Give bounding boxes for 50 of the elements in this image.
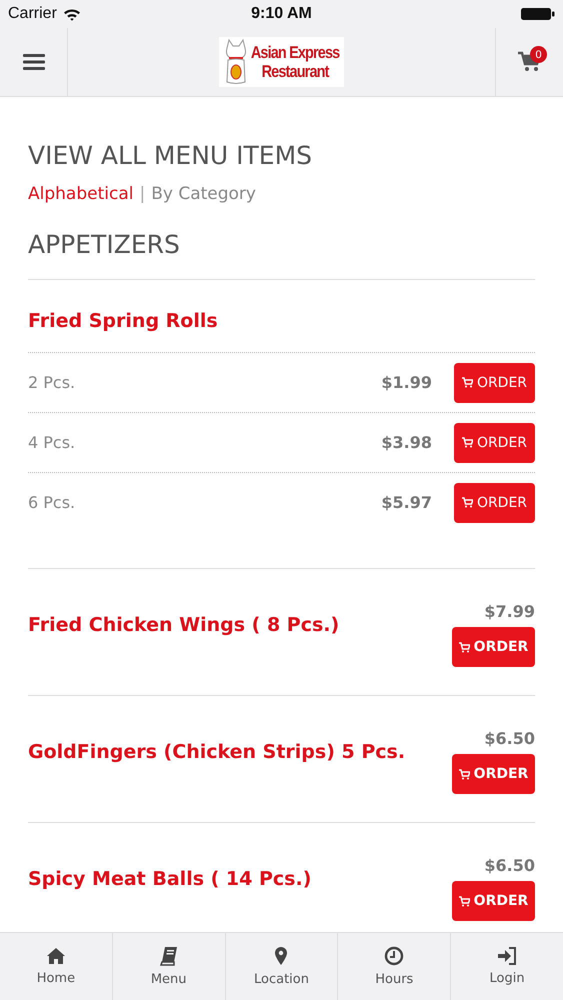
battery-icon xyxy=(521,7,555,21)
cart-count-badge: 0 xyxy=(530,46,547,63)
item-price: $1.99 xyxy=(381,373,432,392)
order-button[interactable]: ORDER xyxy=(454,362,535,402)
map-pin-icon xyxy=(274,946,288,966)
item-price: $3.98 xyxy=(381,433,432,452)
clock-icon xyxy=(384,946,404,966)
page-title: VIEW ALL MENU ITEMS xyxy=(28,141,314,170)
nav-tab[interactable]: Location xyxy=(226,933,338,1000)
order-button[interactable]: ORDER xyxy=(452,754,535,794)
cart-icon xyxy=(458,896,470,906)
item-name: Fried Spring Rolls xyxy=(28,310,219,334)
item-name: Fried Chicken Wings ( 8 Pcs.) xyxy=(28,614,340,636)
separator-text: | xyxy=(139,184,146,204)
portion-label: 6 Pcs. xyxy=(28,493,76,512)
home-icon xyxy=(46,947,66,965)
order-button[interactable]: ORDER xyxy=(452,881,535,921)
order-button[interactable]: ORDER xyxy=(454,422,535,462)
book-icon xyxy=(160,946,178,966)
nav-tab[interactable]: Login xyxy=(451,933,563,1000)
cart-icon xyxy=(462,497,473,508)
nav-tab[interactable]: Hours xyxy=(338,933,452,1000)
portion-label: 4 Pcs. xyxy=(28,433,76,452)
portion-label: 2 Pcs. xyxy=(28,373,76,392)
item-price: $6.50 xyxy=(484,856,535,875)
item-price: $6.50 xyxy=(484,729,535,748)
item-price: $7.99 xyxy=(484,602,535,621)
cart-icon xyxy=(458,768,470,780)
cart-icon xyxy=(462,377,473,388)
carrier-name: Carrier xyxy=(8,5,57,23)
sort-link[interactable]: Alphabetical xyxy=(28,184,134,204)
logo-text: Restaurant xyxy=(262,62,329,81)
sort-link[interactable]: By Category xyxy=(151,184,256,204)
cart-button[interactable]: 0 xyxy=(495,28,563,96)
restaurant-logo[interactable]: Asian Express Restaurant xyxy=(219,37,344,87)
order-button[interactable]: ORDER xyxy=(454,482,535,522)
cart-icon xyxy=(458,642,470,652)
menu-icon xyxy=(22,53,44,71)
nav-tab[interactable]: Menu xyxy=(112,933,226,1000)
logo-text: Asian Express xyxy=(251,43,340,62)
cart-icon xyxy=(462,437,473,448)
item-price: $5.97 xyxy=(381,493,432,512)
section-heading: APPETIZERS xyxy=(28,230,535,280)
order-button[interactable]: ORDER xyxy=(452,627,535,667)
nav-tab[interactable]: Home xyxy=(0,933,113,1000)
item-name: Spicy Meat Balls ( 14 Pcs.) xyxy=(28,868,312,890)
item-name: GoldFingers (Chicken Strips) 5 Pcs. xyxy=(28,741,406,763)
login-icon xyxy=(497,947,518,965)
wifi-icon xyxy=(62,8,81,20)
clock-time: 9:10 AM xyxy=(251,5,312,23)
